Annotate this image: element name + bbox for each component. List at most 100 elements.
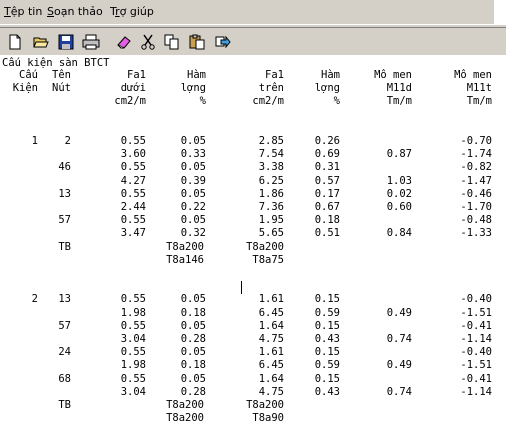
fa-tren-value: 7.54 bbox=[258, 148, 284, 161]
ham-luong-duoi-value: 0.32 bbox=[180, 227, 206, 240]
fa-duoi-value: 1.98 bbox=[120, 306, 146, 319]
ham-luong-tren-value: 0.15 bbox=[314, 293, 340, 306]
column-header: Mô men bbox=[454, 69, 492, 81]
fa-duoi-value: 2.44 bbox=[120, 201, 146, 213]
ham-luong-tren-value: 0.31 bbox=[314, 161, 340, 174]
m11d-value: 0.49 bbox=[386, 359, 412, 372]
node-name: 2 bbox=[64, 135, 71, 147]
fa-tren-value: 6.25 bbox=[258, 174, 284, 187]
fa-tren-value: 1.86 bbox=[258, 187, 284, 200]
ham-luong-duoi-value: 0.05 bbox=[180, 346, 206, 359]
column-header: Kiện bbox=[12, 82, 38, 95]
ham-luong-tren-value: 0.18 bbox=[314, 214, 340, 227]
m11t-value: -1.70 bbox=[460, 201, 492, 213]
node-name: 46 bbox=[58, 161, 71, 174]
column-header: % bbox=[199, 95, 206, 108]
m11d-value: 0.60 bbox=[386, 201, 412, 213]
ham-luong-tren-value: 0.51 bbox=[314, 227, 340, 240]
m11t-value: -0.82 bbox=[460, 161, 492, 174]
ham-luong-duoi-value: 0.18 bbox=[180, 359, 206, 372]
fa-duoi-value: 0.55 bbox=[120, 187, 146, 200]
column-header: trên bbox=[258, 82, 284, 95]
column-header: M11t bbox=[466, 82, 492, 95]
fa-duoi-value: 0.55 bbox=[120, 161, 146, 174]
open-folder-icon[interactable] bbox=[30, 31, 52, 53]
ham-luong-duoi-value: 0.05 bbox=[180, 135, 206, 147]
fa-tren-value: 2.85 bbox=[258, 135, 284, 147]
m11t-value: -0.41 bbox=[460, 372, 492, 385]
ham-luong-duoi-value: 0.05 bbox=[180, 372, 206, 385]
ham-luong-tren-value: 0.43 bbox=[314, 385, 340, 398]
fa-tren-value: 1.95 bbox=[258, 214, 284, 227]
m11t-value: -0.70 bbox=[460, 135, 492, 147]
ham-luong-tren-value: 0.15 bbox=[314, 372, 340, 385]
eraser-icon[interactable] bbox=[113, 31, 135, 53]
fa-tren-value: 6.45 bbox=[258, 359, 284, 372]
document-area[interactable]: Cấu kiện sàn BTCT Cấu Kiện Tên Nút Fa1 dưới cm… bbox=[0, 55, 506, 421]
ham-luong-tren-value: 0.59 bbox=[314, 359, 340, 372]
document-title: Cấu kiện sàn BTCT bbox=[2, 57, 110, 69]
menu-tro-giup[interactable]: Trợ giúp bbox=[110, 5, 154, 18]
tb-duoi-value: T8a200 bbox=[166, 240, 204, 253]
menu-bar: Tệp tin Soạn thảo Trợ giúp bbox=[0, 0, 506, 25]
m11t-value: -1.51 bbox=[460, 359, 492, 372]
fa-duoi-value: 0.55 bbox=[120, 372, 146, 385]
fa-tren-value: 5.65 bbox=[258, 227, 284, 240]
ham-luong-duoi-value: 0.18 bbox=[180, 306, 206, 319]
m11d-value: 0.74 bbox=[386, 333, 412, 345]
m11d-value: 0.02 bbox=[386, 187, 412, 200]
fa-duoi-value: 3.04 bbox=[120, 385, 146, 398]
ham-luong-tren-value: 0.57 bbox=[314, 174, 340, 187]
cau-kien-number: 2 bbox=[31, 293, 38, 306]
fa-duoi-value: 3.47 bbox=[120, 227, 146, 240]
m11t-value: -0.46 bbox=[460, 187, 492, 200]
m11t-value: -1.47 bbox=[460, 174, 492, 187]
fa-tren-value: 1.64 bbox=[258, 319, 284, 332]
column-header: Tên bbox=[52, 69, 71, 81]
node-name: 57 bbox=[58, 319, 71, 332]
node-name: 24 bbox=[58, 346, 71, 359]
column-header: cm2/m bbox=[114, 95, 146, 108]
column-header: lợng bbox=[314, 82, 340, 95]
copy-icon[interactable] bbox=[161, 31, 183, 53]
text-caret bbox=[241, 281, 242, 294]
ham-luong-duoi-value: 0.05 bbox=[180, 319, 206, 332]
ham-luong-duoi-value: 0.28 bbox=[180, 333, 206, 345]
node-name: 13 bbox=[58, 187, 71, 200]
m11d-value: 1.03 bbox=[386, 174, 412, 187]
forward-arrow-icon[interactable] bbox=[212, 31, 234, 53]
paste-icon[interactable] bbox=[186, 31, 208, 53]
column-header: dưới bbox=[120, 82, 146, 95]
column-header: Tm/m bbox=[386, 95, 412, 108]
column-header: Hàm bbox=[321, 69, 340, 81]
tb-tren-value: T8a90 bbox=[252, 412, 284, 421]
ham-luong-tren-value: 0.69 bbox=[314, 148, 340, 161]
node-name: 68 bbox=[58, 372, 71, 385]
m11d-value: 0.49 bbox=[386, 306, 412, 319]
cut-scissors-icon[interactable] bbox=[137, 31, 159, 53]
column-header: Hàm bbox=[187, 69, 206, 81]
fa-tren-value: 7.36 bbox=[258, 201, 284, 213]
save-disk-icon[interactable] bbox=[55, 31, 77, 53]
tb-duoi-value: T8a200 bbox=[166, 412, 204, 421]
m11d-value: 0.84 bbox=[386, 227, 412, 240]
fa-duoi-value: 0.55 bbox=[120, 319, 146, 332]
menubar-edge bbox=[494, 0, 506, 24]
fa-tren-value: 1.61 bbox=[258, 293, 284, 306]
fa-tren-value: 4.75 bbox=[258, 385, 284, 398]
ham-luong-tren-value: 0.43 bbox=[314, 333, 340, 345]
print-icon[interactable] bbox=[80, 31, 102, 53]
fa-duoi-value: 0.55 bbox=[120, 293, 146, 306]
tb-tren-value: T8a75 bbox=[252, 253, 284, 266]
ham-luong-duoi-value: 0.22 bbox=[180, 201, 206, 213]
tb-duoi-value: T8a146 bbox=[166, 253, 204, 266]
m11t-value: -0.40 bbox=[460, 293, 492, 306]
fa-tren-value: 1.64 bbox=[258, 372, 284, 385]
node-name: 13 bbox=[58, 293, 71, 306]
menu-tep-tin[interactable]: Tệp tin bbox=[4, 5, 42, 18]
menu-soan-thao[interactable]: Soạn thảo bbox=[47, 5, 103, 18]
fa-duoi-value: 3.04 bbox=[120, 333, 146, 345]
ham-luong-tren-value: 0.26 bbox=[314, 135, 340, 147]
new-document-icon[interactable] bbox=[4, 31, 26, 53]
column-header: % bbox=[333, 95, 340, 108]
